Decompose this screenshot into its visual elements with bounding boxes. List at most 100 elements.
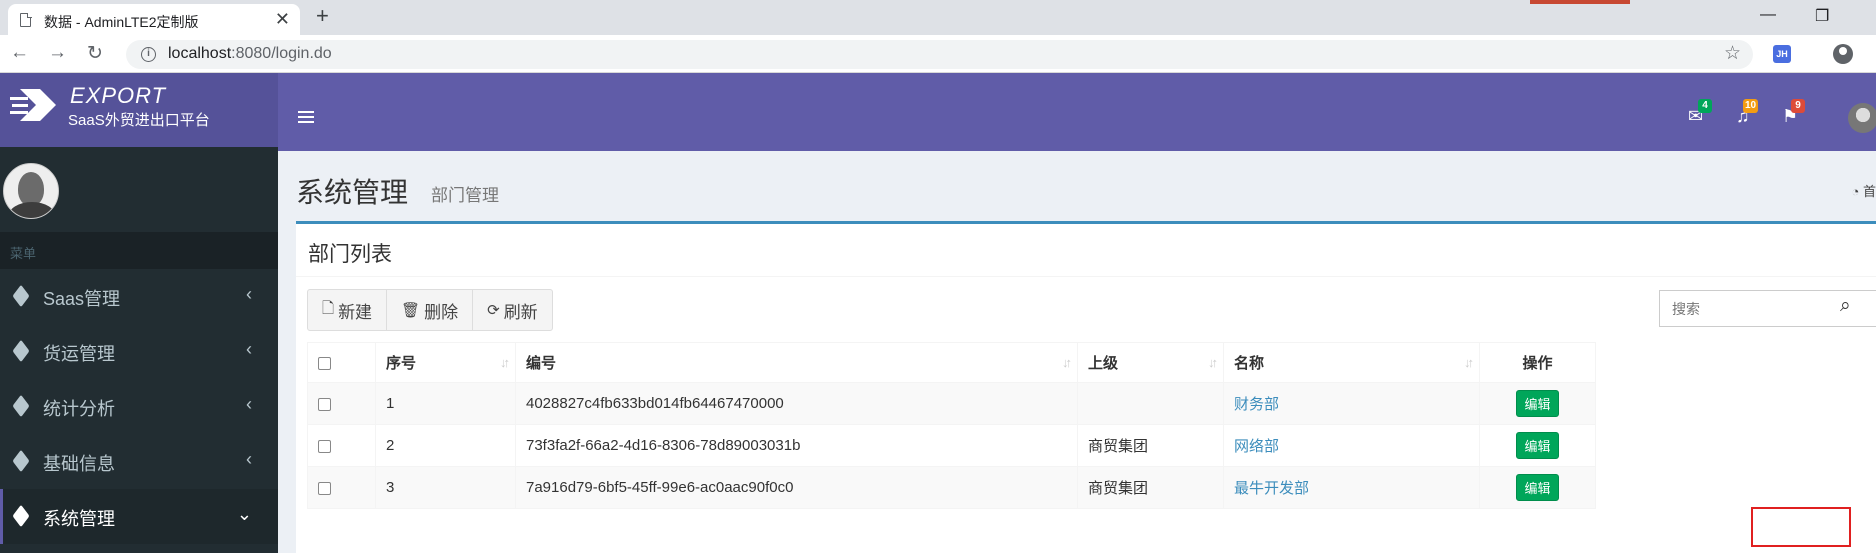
- new-button-label: 新建: [338, 302, 373, 322]
- document-icon: [20, 12, 32, 27]
- sidebar-item-basic-info[interactable]: 基础信息 ‹: [0, 434, 278, 489]
- file-icon: 🗋: [322, 299, 335, 317]
- edit-button[interactable]: 编辑: [1516, 390, 1559, 417]
- flag-badge: 9: [1791, 99, 1805, 113]
- restore-button[interactable]: ❐: [1815, 6, 1829, 26]
- minimize-button[interactable]: —: [1760, 6, 1776, 24]
- row-checkbox[interactable]: [318, 397, 331, 411]
- search-box: ⌕: [1659, 290, 1876, 327]
- search-icon[interactable]: ⌕: [1840, 295, 1851, 317]
- account-icon[interactable]: [1833, 44, 1853, 64]
- extension-icon[interactable]: JH: [1773, 45, 1791, 63]
- toolbar: 🗋 新建 🗑 删除 ⟳ 刷新: [307, 289, 553, 331]
- row-checkbox[interactable]: [318, 481, 331, 495]
- brand-name: EXPORT: [70, 83, 167, 108]
- cell-id: 4028827c4fb633bd014fb64467470000: [515, 382, 1078, 425]
- box-divider: [296, 276, 1876, 277]
- sort-icon[interactable]: ↓↑: [500, 355, 510, 370]
- cell-id: 7a916d79-6bf5-45ff-99e6-ac0aac90f0c0: [515, 466, 1078, 509]
- column-header-label: 序号: [386, 355, 417, 372]
- column-header-name[interactable]: 名称 ↓↑: [1223, 342, 1480, 383]
- column-header-id[interactable]: 编号 ↓↑: [515, 342, 1078, 383]
- sidebar: 菜单 Saas管理 ‹ 货运管理 ‹ 统计分析 ‹ 基础信息 ‹ 系统管理 ⌄: [0, 147, 278, 553]
- app-logo[interactable]: EXPORT SaaS外贸进出口平台: [0, 73, 278, 147]
- refresh-button-label: 刷新: [503, 302, 538, 322]
- cell-no: 2: [375, 424, 516, 467]
- column-header-label: 名称: [1234, 355, 1265, 372]
- info-icon[interactable]: i: [141, 47, 156, 62]
- new-tab-button[interactable]: +: [316, 3, 329, 29]
- cell-no: 3: [375, 466, 516, 509]
- chevron-left-icon: ‹: [246, 339, 252, 359]
- edit-button[interactable]: 编辑: [1516, 474, 1559, 501]
- row-checkbox[interactable]: [318, 439, 331, 453]
- avatar-shoulder: [8, 202, 56, 218]
- column-header-parent[interactable]: 上级 ↓↑: [1077, 342, 1224, 383]
- sidebar-item-label: 货运管理: [43, 344, 115, 364]
- url-text: localhost:8080/login.do: [168, 45, 332, 63]
- row-select-cell: [307, 424, 376, 467]
- dashboard-icon: ◔: [1851, 184, 1860, 199]
- breadcrumb[interactable]: ◔ 首: [1852, 181, 1876, 200]
- mail-badge: 4: [1698, 99, 1712, 113]
- logo-arrow-icon: [10, 89, 56, 121]
- sort-icon[interactable]: ↓↑: [1208, 355, 1218, 370]
- browser-tab[interactable]: 数据 - AdminLTE2定制版 ✕: [8, 4, 300, 35]
- column-header-label: 上级: [1088, 355, 1119, 372]
- department-name-link[interactable]: 财务部: [1234, 396, 1279, 413]
- department-list-box: 部门列表 🗋 新建 🗑 删除 ⟳ 刷新 ⌕ 序号↓: [296, 221, 1876, 553]
- close-tab-icon[interactable]: ✕: [275, 9, 290, 30]
- url-input[interactable]: i localhost:8080/login.do ☆: [126, 40, 1753, 69]
- browser-tab-bar: 数据 - AdminLTE2定制版 ✕ + — ❐: [0, 0, 1876, 35]
- bookmark-star-icon[interactable]: ☆: [1724, 42, 1741, 65]
- new-button[interactable]: 🗋 新建: [308, 290, 388, 330]
- refresh-icon: ⟳: [487, 302, 500, 319]
- search-input[interactable]: [1660, 291, 1830, 326]
- column-header-no[interactable]: 序号 ↓↑: [375, 342, 516, 383]
- url-host: localhost: [168, 45, 232, 62]
- chevron-left-icon: ‹: [246, 449, 252, 469]
- select-all-header: [307, 342, 376, 383]
- refresh-button[interactable]: ⟳ 刷新: [473, 290, 552, 330]
- breadcrumb-home: 首: [1862, 184, 1876, 199]
- select-all-checkbox[interactable]: [318, 356, 331, 370]
- back-arrow-icon[interactable]: ←: [10, 42, 29, 64]
- column-header-label: 编号: [526, 355, 557, 372]
- chevron-down-icon: ⌄: [236, 504, 252, 524]
- brand-subtitle: SaaS外贸进出口平台: [68, 112, 210, 129]
- trash-icon: 🗑: [401, 302, 421, 319]
- cell-parent: 商贸集团: [1077, 424, 1224, 467]
- forward-arrow-icon[interactable]: →: [48, 42, 67, 64]
- sidebar-item-label: 基础信息: [43, 454, 115, 474]
- sidebar-item-freight[interactable]: 货运管理 ‹: [0, 324, 278, 379]
- delete-button[interactable]: 🗑 删除: [387, 290, 474, 330]
- column-header-actions: 操作: [1479, 342, 1596, 383]
- cube-icon: [12, 284, 30, 308]
- department-name-link[interactable]: 网络部: [1234, 438, 1279, 455]
- cell-no: 1: [375, 382, 516, 425]
- user-panel: [0, 147, 278, 232]
- table-row: 3 7a916d79-6bf5-45ff-99e6-ac0aac90f0c0 商…: [307, 466, 1596, 509]
- menu-toggle-icon[interactable]: [298, 111, 314, 123]
- sort-icon[interactable]: ↓↑: [1464, 355, 1474, 370]
- edit-button[interactable]: 编辑: [1516, 432, 1559, 459]
- page-subtitle: 部门管理: [431, 186, 499, 205]
- sidebar-item-statistics[interactable]: 统计分析 ‹: [0, 379, 278, 434]
- top-navbar: ✉ 4 ♫ 10 ⚑ 9: [278, 73, 1876, 151]
- user-avatar-small[interactable]: [1848, 103, 1876, 133]
- table-header-row: 序号 ↓↑ 编号 ↓↑ 上级 ↓↑ 名称 ↓↑ 操作: [307, 342, 1596, 383]
- chevron-left-icon: ‹: [246, 284, 252, 304]
- sort-icon[interactable]: ↓↑: [1062, 355, 1072, 370]
- department-name-link[interactable]: 最牛开发部: [1234, 480, 1309, 497]
- table-row: 2 73f3fa2f-66a2-4d16-8306-78d89003031b 商…: [307, 424, 1596, 467]
- window-marker: [1530, 0, 1630, 4]
- table-row: 1 4028827c4fb633bd014fb64467470000 财务部 编…: [307, 382, 1596, 425]
- sidebar-item-saas[interactable]: Saas管理 ‹: [0, 269, 278, 324]
- reload-icon[interactable]: ↻: [87, 42, 103, 65]
- avatar-face: [18, 172, 44, 206]
- cell-parent: 商贸集团: [1077, 466, 1224, 509]
- department-table: 序号 ↓↑ 编号 ↓↑ 上级 ↓↑ 名称 ↓↑ 操作 1 4028827c4fb633b…: [307, 342, 1596, 509]
- delete-button-label: 删除: [424, 302, 459, 322]
- cube-icon: [12, 449, 30, 473]
- sidebar-item-system[interactable]: 系统管理 ⌄: [0, 489, 278, 544]
